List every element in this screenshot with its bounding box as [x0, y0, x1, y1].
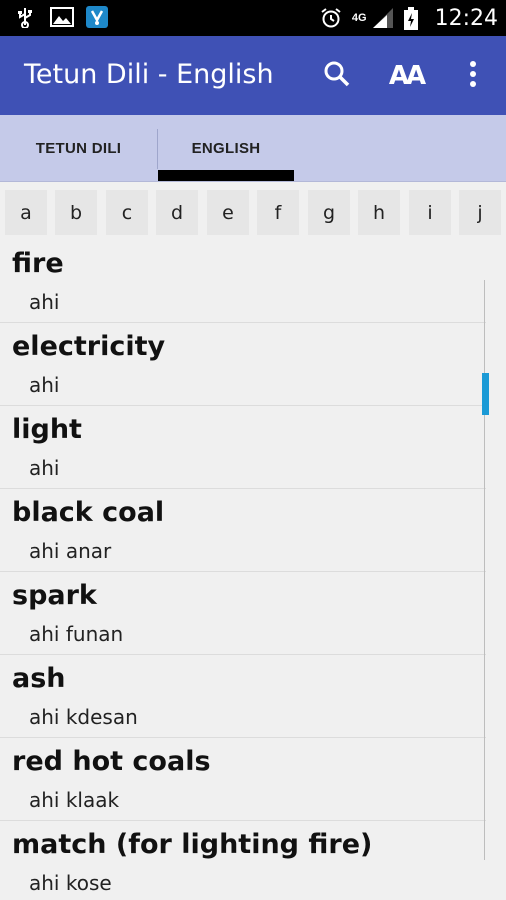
alphabet-index-bar: a b c d e f g h i j	[0, 182, 506, 240]
font-size-button[interactable]: AA	[384, 56, 428, 96]
entry-word: electricity	[12, 331, 166, 362]
search-button[interactable]	[317, 56, 357, 96]
entry-translation: ahi	[29, 290, 60, 314]
letter-e-button[interactable]: e	[207, 190, 249, 235]
scrollbar-track[interactable]	[484, 280, 485, 860]
entry-translation: ahi anar	[29, 539, 112, 563]
entry-translation: ahi kdesan	[29, 705, 138, 729]
font-size-label: AA	[388, 61, 426, 91]
list-item[interactable]: red hot coals ahi klaak	[0, 738, 486, 821]
list-item[interactable]: fire ahi	[0, 240, 486, 323]
letter-i-button[interactable]: i	[409, 190, 451, 235]
letter-a-button[interactable]: a	[5, 190, 47, 235]
scrollbar-thumb[interactable]	[482, 373, 489, 415]
more-vert-icon	[468, 60, 478, 93]
list-item[interactable]: black coal ahi anar	[0, 489, 486, 572]
font-size-icon: AA	[388, 61, 426, 91]
letter-f-button[interactable]: f	[257, 190, 299, 235]
entry-translation: ahi klaak	[29, 788, 120, 812]
signal-icon	[371, 7, 393, 29]
letter-h-button[interactable]: h	[358, 190, 400, 235]
entry-translation: ahi	[29, 373, 60, 397]
entry-word: spark	[12, 580, 97, 611]
entry-word: light	[12, 414, 82, 445]
tab-tetun-dili[interactable]: TETUN DILI	[0, 115, 157, 182]
search-icon	[323, 60, 351, 93]
list-item[interactable]: spark ahi funan	[0, 572, 486, 655]
list-item[interactable]: ash ahi kdesan	[0, 655, 486, 738]
status-bar: 4G 12:24	[0, 0, 506, 36]
letter-c-button[interactable]: c	[106, 190, 148, 235]
app-title: Tetun Dili - English	[24, 59, 274, 90]
app-bar: Tetun Dili - English AA	[0, 36, 506, 115]
list-item[interactable]: light ahi	[0, 406, 486, 489]
list-item[interactable]: match (for lighting fire) ahi kose	[0, 821, 486, 900]
battery-icon	[403, 7, 425, 30]
app-notification-icon	[86, 6, 108, 28]
letter-b-button[interactable]: b	[55, 190, 97, 235]
usb-icon	[14, 6, 36, 29]
list-item[interactable]: electricity ahi	[0, 323, 486, 406]
entry-translation: ahi	[29, 456, 60, 480]
status-time: 12:24	[434, 5, 498, 31]
alarm-icon	[320, 7, 342, 29]
entry-translation: ahi funan	[29, 622, 124, 646]
network-type-label: 4G	[351, 12, 367, 24]
letter-d-button[interactable]: d	[156, 190, 198, 235]
entry-word: red hot coals	[12, 746, 211, 777]
tab-selected-indicator	[158, 170, 294, 181]
entry-translation: ahi kose	[29, 871, 112, 895]
entry-word: match (for lighting fire)	[12, 829, 373, 860]
more-options-button[interactable]	[453, 56, 493, 96]
image-icon	[50, 6, 74, 28]
letter-g-button[interactable]: g	[308, 190, 350, 235]
letter-j-button[interactable]: j	[459, 190, 501, 235]
entry-word: black coal	[12, 497, 165, 528]
entry-list: fire ahi electricity ahi light ahi black…	[0, 240, 506, 900]
entry-word: ash	[12, 663, 66, 694]
entry-word: fire	[12, 248, 64, 279]
